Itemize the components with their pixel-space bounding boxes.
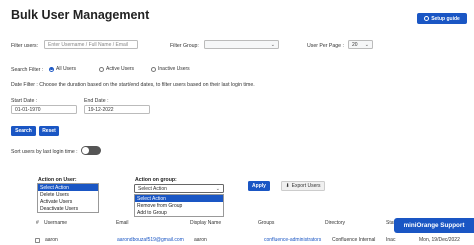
user-action-option[interactable]: Activate Users	[38, 198, 98, 205]
search-filter-label: Search Filter :	[11, 67, 44, 73]
user-action-option[interactable]: Delete Users	[38, 191, 98, 198]
row-email[interactable]: aarondbouzaf519@gmail.com	[117, 237, 184, 243]
radio-inactive-users[interactable]: Inactive Users	[151, 66, 190, 72]
group-action-option[interactable]: Select Action	[135, 195, 223, 202]
chevron-down-icon: ⌄	[215, 185, 220, 192]
action-on-group-label: Action on group:	[135, 177, 177, 183]
user-action-option[interactable]: Deactivate Users	[38, 205, 98, 212]
export-users-label: Export Users	[291, 183, 321, 189]
action-on-group-dropdown[interactable]: Select Action Remove from Group Add to G…	[134, 194, 224, 217]
export-users-button[interactable]: ⬇ Export Users	[281, 181, 325, 191]
setup-guide-label: Setup guide	[431, 15, 460, 22]
apply-button[interactable]: Apply	[248, 181, 270, 191]
end-date-label: End Date :	[84, 98, 109, 104]
column-header-username[interactable]: Username	[44, 220, 67, 226]
filter-users-input[interactable]: Enter Username / Full Name / Email	[44, 40, 138, 49]
group-action-option[interactable]: Add to Group	[135, 209, 223, 216]
start-date-input[interactable]: 01-01-1970	[11, 105, 77, 114]
sort-label: Sort users by last login time :	[11, 149, 78, 155]
export-icon: ⬇	[285, 183, 290, 189]
row-groups[interactable]: confluence-administrators	[264, 237, 321, 243]
row-status: Inac	[386, 237, 396, 243]
filter-users-label: Filter users:	[11, 43, 39, 49]
sort-toggle[interactable]	[81, 146, 101, 155]
action-on-group-select[interactable]: Select Action ⌄	[134, 184, 224, 193]
end-date-input[interactable]: 19-12-2022	[84, 105, 150, 114]
column-header-groups[interactable]: Groups	[258, 220, 274, 226]
radio-all-users-label: All Users	[56, 66, 77, 72]
bulk-actions-panel: Action on User: Select Action Delete Use…	[35, 176, 270, 220]
row-last-login: Mon, 19/Dec/2022	[419, 237, 460, 243]
row-display-name: aaron	[194, 237, 207, 243]
user-action-option[interactable]: Select Action	[38, 184, 98, 191]
row-directory: Confluence Internal	[332, 237, 376, 243]
filter-group-label: Filter Group:	[170, 43, 199, 49]
chevron-down-icon: ⌄	[270, 41, 275, 48]
gear-icon	[424, 16, 430, 21]
filter-group-select[interactable]: ⌄	[204, 40, 279, 49]
search-button[interactable]: Search	[11, 126, 36, 136]
radio-all-users[interactable]: All Users	[49, 66, 76, 72]
end-date-value: 19-12-2022	[88, 106, 114, 113]
group-action-option[interactable]: Remove from Group	[135, 202, 223, 209]
per-page-value: 20	[352, 41, 358, 48]
filter-users-placeholder: Enter Username / Full Name / Email	[48, 41, 129, 48]
row-username: aaron	[45, 237, 58, 243]
start-date-value: 01-01-1970	[15, 106, 41, 113]
radio-button-icon	[151, 66, 156, 72]
reset-button[interactable]: Reset	[39, 126, 59, 136]
radio-button-icon	[49, 66, 54, 72]
action-on-user-listbox[interactable]: Select Action Delete Users Activate User…	[37, 183, 99, 213]
start-date-label: Start Date :	[11, 98, 38, 104]
column-header-email[interactable]: Email	[116, 220, 129, 226]
miniorange-support-button[interactable]: miniOrange Support	[394, 218, 474, 233]
setup-guide-button[interactable]: Setup guide	[417, 13, 467, 24]
column-header-number: #	[36, 220, 39, 226]
date-filter-description: Date Filter : Choose the duration based …	[11, 82, 255, 88]
radio-button-icon	[99, 66, 104, 72]
radio-active-users[interactable]: Active Users	[99, 66, 134, 72]
column-header-directory[interactable]: Directory	[325, 220, 345, 226]
radio-active-users-label: Active Users	[106, 66, 135, 72]
page-title: Bulk User Management	[11, 8, 150, 22]
group-action-value: Select Action	[138, 185, 167, 192]
per-page-select[interactable]: 20 ⌄	[348, 40, 373, 49]
per-page-label: User Per Page :	[307, 43, 344, 49]
radio-inactive-users-label: Inactive Users	[158, 66, 190, 72]
column-header-display-name[interactable]: Display Name	[190, 220, 221, 226]
chevron-down-icon: ⌄	[364, 41, 369, 48]
row-checkbox[interactable]	[35, 238, 40, 243]
